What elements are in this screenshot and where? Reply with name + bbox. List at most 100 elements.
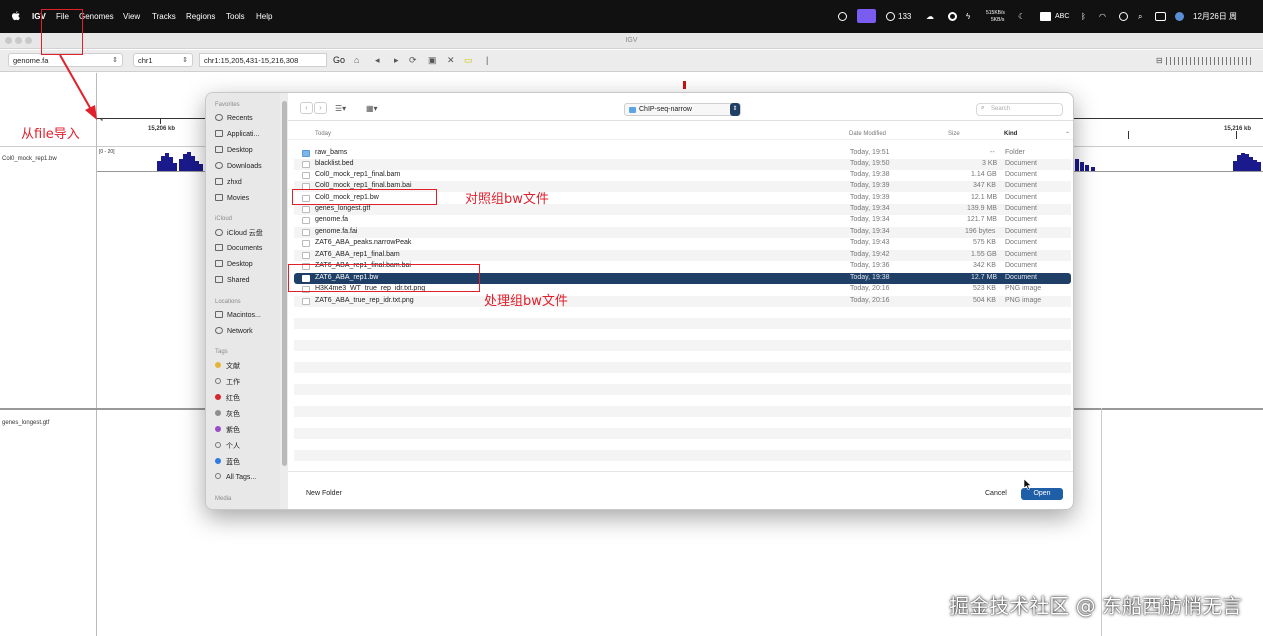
go-button[interactable]: Go xyxy=(333,55,345,66)
resize-icon[interactable]: ✕ xyxy=(447,55,455,66)
moon-icon[interactable]: ☾ xyxy=(1018,12,1025,22)
sidebar-tag-personal[interactable]: 个人 xyxy=(215,441,240,451)
file-kind: PNG image xyxy=(1005,285,1042,292)
sidebar-tag-literature[interactable]: 文献 xyxy=(215,361,240,371)
new-folder-button[interactable]: New Folder xyxy=(300,488,348,500)
sort-chevron-icon: ⌃ xyxy=(1065,132,1071,138)
net-up-speed: 515KB/s xyxy=(986,10,1005,16)
control-center-icon[interactable] xyxy=(1155,12,1166,21)
forward-chevron-icon[interactable]: › xyxy=(314,102,327,114)
sidebar-item-recents[interactable]: Recents xyxy=(215,114,253,122)
genome-value: genome.fa xyxy=(13,56,49,65)
sidebar-item-network[interactable]: Network xyxy=(215,327,253,335)
menu-genomes[interactable]: Genomes xyxy=(79,12,114,22)
search-input[interactable]: ⌕ Search xyxy=(976,103,1063,116)
file-row[interactable]: genome.fa Today, 19:34 121.7 MB Document xyxy=(294,215,1071,226)
menu-regions[interactable]: Regions xyxy=(186,12,215,22)
back-arrow-icon[interactable]: ◂ xyxy=(375,55,380,66)
refresh-icon[interactable]: ⟳ xyxy=(409,55,417,66)
file-row[interactable]: ZAT6_ABA_rep1_final.bam Today, 19:42 1.55 … xyxy=(294,250,1071,261)
ruler-tick-label-right: 15,216 kb xyxy=(1224,126,1252,132)
file-row[interactable]: genome.fa.fai Today, 19:34 196 bytes Docume… xyxy=(294,227,1071,238)
sidebar-tag-red[interactable]: 红色 xyxy=(215,393,240,403)
screen-share-icon[interactable] xyxy=(857,9,876,23)
sidebar-tag-purple[interactable]: 紫色 xyxy=(215,425,240,435)
sidebar-tag-work[interactable]: 工作 xyxy=(215,377,240,387)
sidebar-scroll-thumb[interactable] xyxy=(282,101,287,466)
siri-icon[interactable] xyxy=(1175,12,1184,21)
menu-help[interactable]: Help xyxy=(256,12,272,22)
column-name[interactable]: Today xyxy=(315,131,331,137)
roi-icon[interactable]: ▣ xyxy=(428,55,437,66)
sidebar-all-tags[interactable]: All Tags... xyxy=(215,473,256,481)
column-date-modified[interactable]: Date Modified xyxy=(849,131,886,137)
file-size: 575 KB xyxy=(973,239,996,246)
bluetooth-icon[interactable]: ᛒ xyxy=(1081,12,1086,22)
column-size[interactable]: Size xyxy=(948,131,960,137)
sidebar-tag-blue[interactable]: 蓝色 xyxy=(215,457,240,467)
file-size: -- xyxy=(990,149,995,156)
file-row[interactable]: raw_bams Today, 19:51 -- Folder xyxy=(294,148,1071,159)
file-kind: PNG image xyxy=(1005,297,1042,304)
sidebar-item-documents[interactable]: Documents xyxy=(215,244,262,252)
menu-view[interactable]: View xyxy=(123,12,140,22)
location-label: ChIP-seq-narrow xyxy=(639,106,692,113)
chromosome-select[interactable]: chr1 ⇕ xyxy=(133,53,193,67)
back-chevron-icon[interactable]: ‹ xyxy=(300,102,313,114)
file-kind: Document xyxy=(1005,239,1037,246)
zoom-slider[interactable] xyxy=(1166,57,1252,65)
apple-icon[interactable] xyxy=(12,11,20,21)
search-icon[interactable]: ⌕ xyxy=(1138,12,1142,22)
cancel-button[interactable]: Cancel xyxy=(979,488,1013,500)
location-popup[interactable]: ChIP-seq-narrow ⇕ xyxy=(624,103,741,116)
record-icon[interactable] xyxy=(948,12,957,21)
sidebar-tag-gray[interactable]: 灰色 xyxy=(215,409,240,419)
annotation-import-label: 从file导入 xyxy=(21,127,80,142)
home-icon[interactable]: ⌂ xyxy=(354,55,359,66)
forward-arrow-icon[interactable]: ▸ xyxy=(394,55,399,66)
status-icon[interactable] xyxy=(838,12,847,21)
file-row[interactable]: Col0_mock_rep1_final.bam Today, 19:38 1.14… xyxy=(294,170,1071,181)
menu-bar: IGV File Genomes View Tracks Regions Too… xyxy=(0,0,1263,33)
menu-tracks[interactable]: Tracks xyxy=(152,12,176,22)
sidebar-item-movies[interactable]: Movies xyxy=(215,194,249,202)
sidebar-item-icloud-drive[interactable]: iCloud 云盘 xyxy=(215,228,263,238)
popup-info-icon[interactable]: ▭ xyxy=(464,55,473,66)
file-kind: Document xyxy=(1005,194,1037,201)
file-date: Today, 19:43 xyxy=(850,239,890,246)
sidebar-item-home[interactable]: zhxd xyxy=(215,178,242,186)
ideogram-marker xyxy=(683,81,686,89)
chevron-updown-icon: ⇕ xyxy=(730,103,740,116)
file-row[interactable]: ZAT6_ABA_peaks.narrowPeak Today, 19:43 575… xyxy=(294,238,1071,249)
ruler-tick-label-left: 15,206 kb xyxy=(148,126,176,132)
cloud-icon[interactable]: ☁ xyxy=(926,12,934,22)
list-view-icon[interactable]: ☰▾ xyxy=(335,104,346,113)
grid-view-icon[interactable]: ▦▾ xyxy=(366,104,378,113)
sidebar-item-shared[interactable]: Shared xyxy=(215,276,250,284)
bolt-icon[interactable]: ϟ xyxy=(966,12,970,22)
track-name-col0[interactable]: Col0_mock_rep1.bw xyxy=(2,156,57,162)
window-titlebar: IGV xyxy=(0,33,1263,49)
sidebar-item-icloud-desktop[interactable]: Desktop xyxy=(215,260,253,268)
user-icon[interactable] xyxy=(1119,12,1128,21)
keyboard-icon[interactable] xyxy=(1040,12,1051,21)
file-row[interactable]: blacklist.bed Today, 19:50 3 KB Document xyxy=(294,159,1071,170)
sidebar-item-downloads[interactable]: Downloads xyxy=(215,162,262,170)
file-row[interactable]: genes_longest.gtf Today, 19:34 139.9 MB Doc… xyxy=(294,204,1071,215)
track-name-genes[interactable]: genes_longest.gtf xyxy=(2,420,49,426)
input-method[interactable]: ABC xyxy=(1055,12,1069,22)
document-icon xyxy=(215,244,223,251)
sidebar-item-desktop[interactable]: Desktop xyxy=(215,146,253,154)
sidebar-item-applications[interactable]: Applicati... xyxy=(215,130,259,138)
sidebar-item-macintosh[interactable]: Macintos... xyxy=(215,311,261,319)
wifi-icon[interactable]: ◠ xyxy=(1099,12,1106,22)
menu-tools[interactable]: Tools xyxy=(226,12,245,22)
chat-icon[interactable] xyxy=(886,12,895,21)
zoom-out-icon[interactable]: ⊟ xyxy=(1156,55,1163,66)
file-date: Today, 19:34 xyxy=(850,228,890,235)
datetime[interactable]: 12月26日 周 xyxy=(1193,12,1237,22)
file-row[interactable]: ZAT6_ABA_true_rep_idr.txt.png Today, 20:1… xyxy=(294,296,1071,307)
locus-input[interactable]: chr1:15,205,431-15,216,308 xyxy=(199,53,327,67)
file-kind: Document xyxy=(1005,274,1037,281)
column-kind[interactable]: Kind xyxy=(1004,131,1017,137)
